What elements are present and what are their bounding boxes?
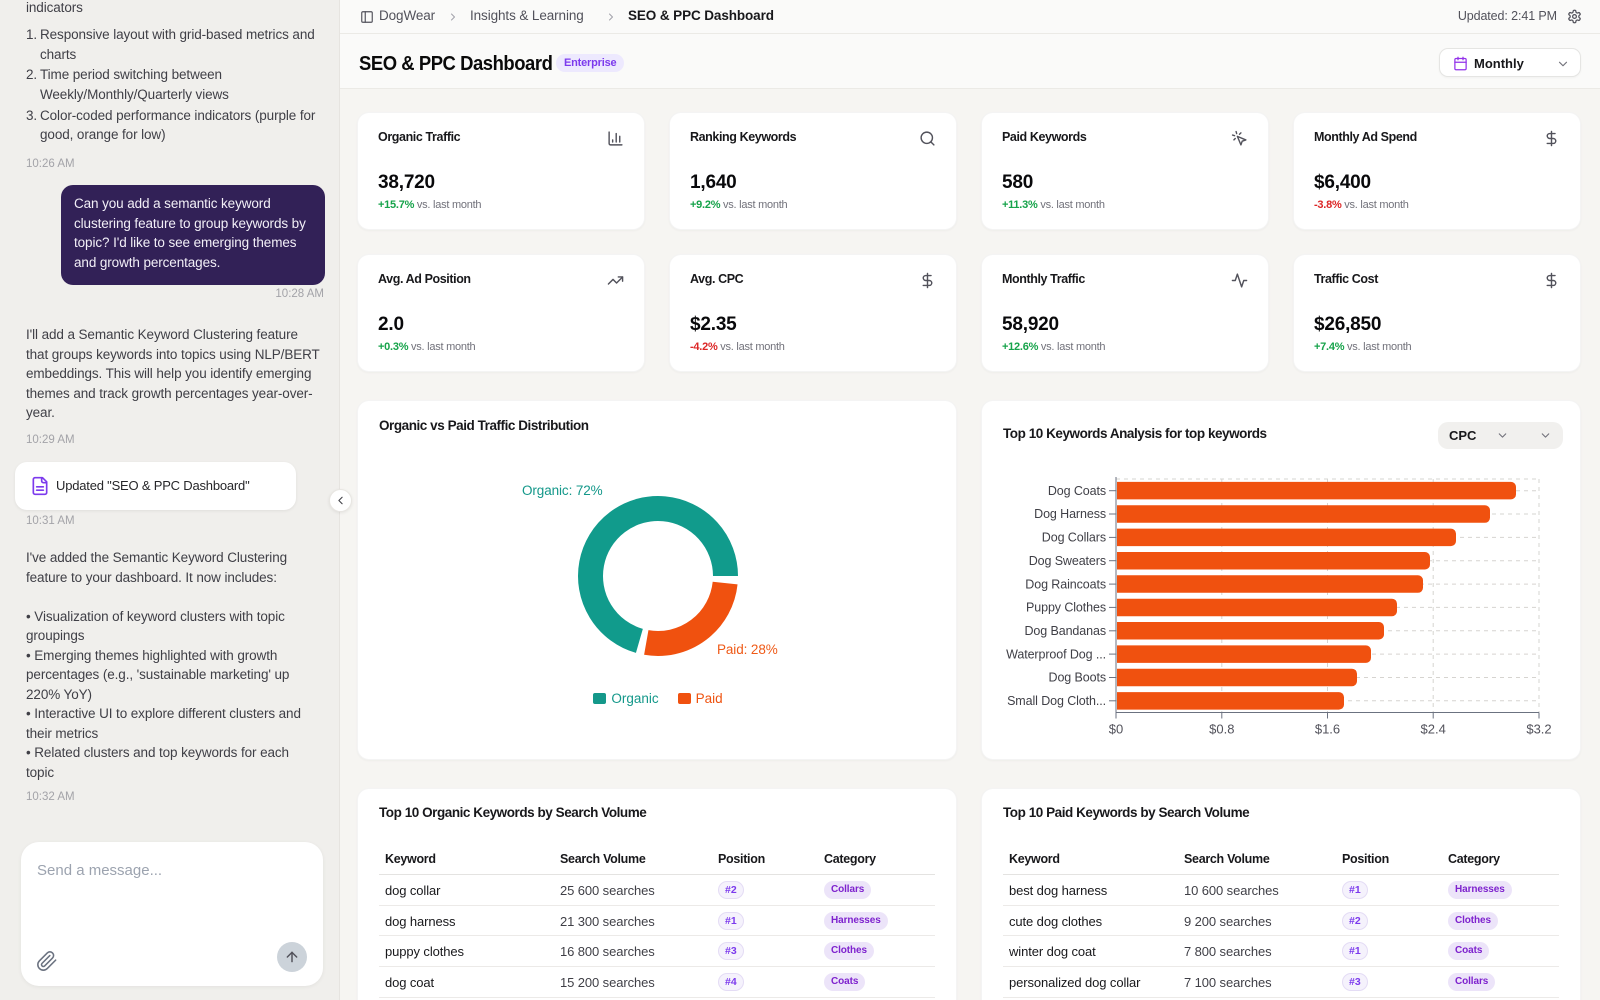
svg-text:Dog Bandanas: Dog Bandanas <box>1024 624 1106 638</box>
svg-text:Puppy Clothes: Puppy Clothes <box>1026 601 1106 615</box>
svg-text:Dog Harness: Dog Harness <box>1034 507 1106 521</box>
svg-text:Dog Coats: Dog Coats <box>1048 484 1106 498</box>
svg-text:Dog Collars: Dog Collars <box>1042 531 1106 545</box>
svg-text:$1.6: $1.6 <box>1315 722 1340 737</box>
svg-text:Dog Boots: Dog Boots <box>1049 671 1106 685</box>
svg-text:Waterproof Dog ...: Waterproof Dog ... <box>1006 647 1106 661</box>
svg-text:$3.2: $3.2 <box>1526 722 1551 737</box>
svg-text:$2.4: $2.4 <box>1421 722 1446 737</box>
svg-text:Small Dog Cloth...: Small Dog Cloth... <box>1007 694 1106 708</box>
svg-text:Dog Raincoats: Dog Raincoats <box>1025 577 1106 591</box>
svg-text:$0: $0 <box>1109 722 1123 737</box>
svg-text:Dog Sweaters: Dog Sweaters <box>1029 554 1106 568</box>
svg-text:$0.8: $0.8 <box>1209 722 1234 737</box>
